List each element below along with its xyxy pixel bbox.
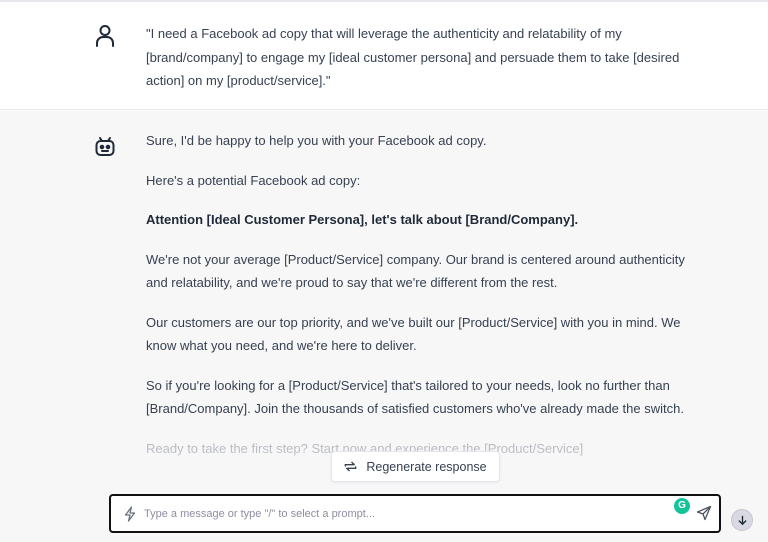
arrow-down-icon (738, 515, 746, 525)
grammarly-letter: G (678, 500, 686, 511)
ad-headline: Attention [Ideal Customer Persona], let'… (146, 212, 579, 227)
assistant-message-content: Sure, I'd be happy to help you with your… (146, 129, 686, 476)
bolt-icon[interactable] (123, 506, 137, 522)
user-avatar-icon (96, 25, 114, 47)
assistant-intro: Sure, I'd be happy to help you with your… (146, 133, 487, 148)
message-input[interactable] (144, 502, 664, 526)
regenerate-response-button[interactable]: Regenerate response (331, 451, 500, 482)
send-icon[interactable] (696, 505, 712, 521)
assistant-lead: Here's a potential Facebook ad copy: (146, 172, 361, 188)
bot-avatar-icon (95, 137, 115, 156)
user-message-block: "I need a Facebook ad copy that will lev… (0, 2, 768, 110)
ad-paragraph-1: We're not your average [Product/Service]… (146, 251, 685, 291)
regenerate-icon (345, 461, 357, 472)
grammarly-icon[interactable]: G (674, 498, 690, 514)
ad-paragraph-2: Our customers are our top priority, and … (146, 314, 681, 354)
scroll-to-bottom-button[interactable] (731, 509, 753, 531)
ad-paragraph-3: So if you're looking for a [Product/Serv… (146, 377, 684, 417)
regenerate-label: Regenerate response (366, 459, 487, 474)
user-message-text: "I need a Facebook ad copy that will lev… (146, 26, 680, 88)
message-composer[interactable]: G (109, 494, 721, 533)
